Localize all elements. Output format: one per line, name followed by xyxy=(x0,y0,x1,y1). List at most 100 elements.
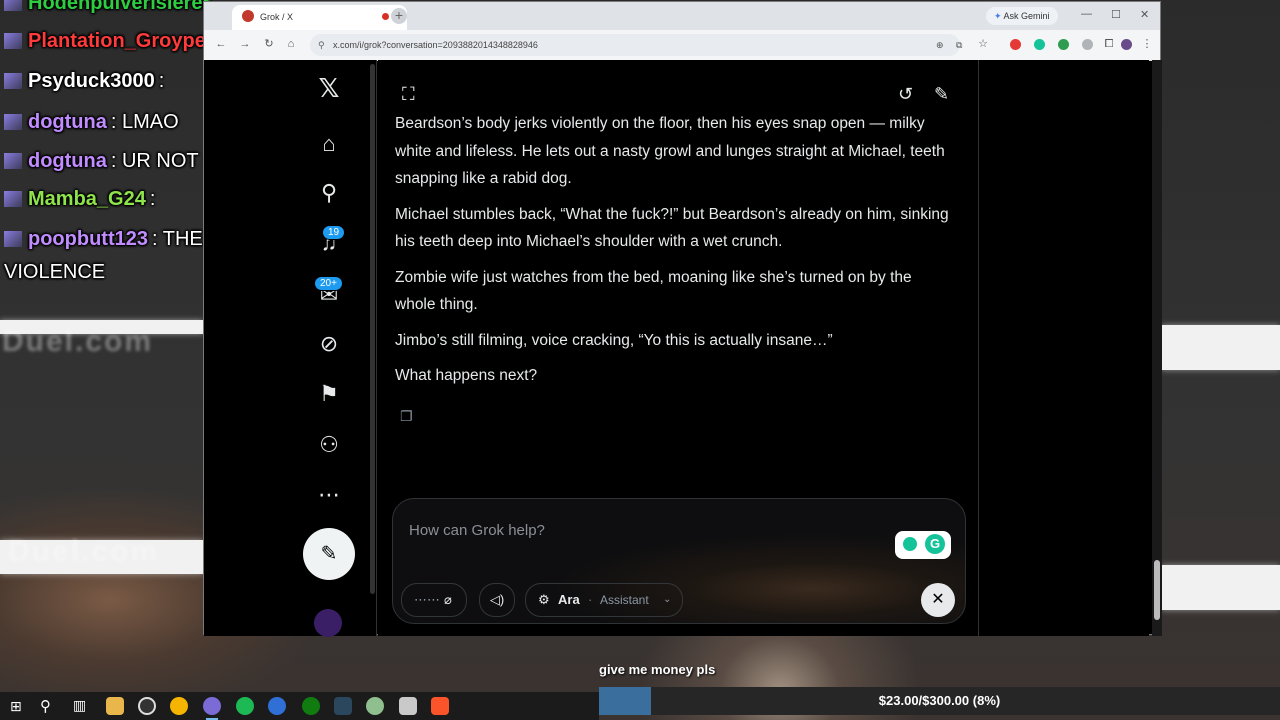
search-icon[interactable]: ⚲ xyxy=(316,180,342,206)
file-explorer-icon[interactable] xyxy=(106,697,124,715)
chat-badge-icon xyxy=(4,231,22,247)
browser-menu-icon[interactable]: ⋮ xyxy=(1140,37,1154,51)
extension-adblock-icon[interactable] xyxy=(1010,39,1021,50)
windows-start-icon[interactable]: ⊞ xyxy=(10,698,22,715)
minimize-icon[interactable]: — xyxy=(1081,8,1092,20)
app-icon[interactable] xyxy=(366,697,384,715)
url-text: x.com/i/grok?conversation=20938820143488… xyxy=(333,40,538,50)
spotify-icon[interactable] xyxy=(236,697,254,715)
avatar[interactable] xyxy=(314,609,342,637)
chat-badge-icon xyxy=(4,0,22,11)
bookmarks-icon[interactable]: ⚑ xyxy=(316,381,342,407)
grok-prompt-input[interactable]: How can Grok help? xyxy=(409,522,545,539)
speaker-button[interactable]: ◁) xyxy=(479,583,515,617)
grammarly-widget[interactable]: G xyxy=(895,531,951,559)
windows-taskbar: ⊞ ⚲ ▥ xyxy=(0,692,599,720)
response-paragraph: Beardson’s body jerks violently on the f… xyxy=(395,115,945,187)
chat-message: Plantation_Groyper: xyxy=(4,30,223,53)
messages-badge: 20+ xyxy=(314,276,343,291)
ea-app-icon[interactable] xyxy=(268,697,286,715)
ask-gemini-button[interactable]: ✦ Ask Gemini xyxy=(986,7,1058,25)
tab-grok[interactable]: Grok / X ✕ xyxy=(232,5,407,30)
close-voice-button[interactable]: ✕ xyxy=(921,583,955,617)
chat-message: Mamba_G24: xyxy=(4,188,155,211)
zoom-icon[interactable]: ⊕ xyxy=(936,34,944,56)
chevron-down-icon: ⌄ xyxy=(663,594,672,605)
brave-icon[interactable] xyxy=(431,697,449,715)
active-app-icon[interactable] xyxy=(203,697,221,720)
bookmark-star-icon[interactable]: ☆ xyxy=(976,37,990,51)
forward-icon[interactable]: → xyxy=(238,37,252,51)
scrollbar-thumb[interactable] xyxy=(1154,560,1160,620)
model-separator: · xyxy=(588,592,593,607)
new-chat-icon[interactable]: ✎ xyxy=(934,84,949,105)
donation-goal-label: give me money pls xyxy=(599,662,716,677)
model-selector[interactable]: ⚙ Ara · Assistant ⌄ xyxy=(525,583,683,617)
copy-icon[interactable]: ❐ xyxy=(400,408,413,425)
home-icon[interactable]: ⌂ xyxy=(316,131,342,157)
notifications-badge: 19 xyxy=(322,225,346,240)
browser-toolbar: ← → ↻ ⌂ ⚲ x.com/i/grok?conversation=2093… xyxy=(204,30,1160,61)
response-paragraph: Zombie wife just watches from the bed, m… xyxy=(395,268,912,314)
waveform-icon: ⋯⋯ xyxy=(414,592,440,607)
compose-post-button[interactable]: ✎ xyxy=(303,528,355,580)
profile-avatar-icon[interactable] xyxy=(1121,39,1132,50)
response-paragraph: What happens next? xyxy=(395,367,538,384)
tab-title: Grok / X xyxy=(260,12,294,22)
expand-icon[interactable]: ⛶ xyxy=(402,84,415,105)
back-icon[interactable]: ← xyxy=(214,37,228,51)
extensions-puzzle-icon[interactable]: ⧠ xyxy=(1102,37,1116,51)
chat-username: Psyduck3000 xyxy=(28,70,155,92)
close-window-icon[interactable]: ✕ xyxy=(1140,8,1149,21)
sidebar-scrollbar[interactable] xyxy=(370,64,375,594)
extension-green-icon[interactable] xyxy=(1058,39,1069,50)
address-bar[interactable]: ⚲ x.com/i/grok?conversation=209388201434… xyxy=(310,34,962,56)
mic-off-icon: ⌀ xyxy=(444,592,452,607)
chat-badge-icon xyxy=(4,73,22,89)
grok-icon[interactable]: ⊘ xyxy=(316,331,342,357)
reload-icon[interactable]: ↻ xyxy=(262,37,276,51)
xbox-icon[interactable] xyxy=(302,697,320,715)
chat-username: Hodenpulverisierer xyxy=(28,0,211,14)
chrome-icon[interactable] xyxy=(170,697,188,715)
grok-composer: How can Grok help? G ⋯⋯ ⌀ ◁) ⚙ Ara · Ass… xyxy=(392,498,966,624)
chat-username: dogtuna xyxy=(28,111,107,133)
history-icon[interactable]: ↺ xyxy=(898,84,913,105)
extension-grammarly-icon[interactable] xyxy=(1034,39,1045,50)
install-icon[interactable]: ⧉ xyxy=(956,34,962,56)
search-icon[interactable]: ⚲ xyxy=(40,697,51,715)
ring-rope-right-bottom xyxy=(1161,565,1280,610)
chat-text-continuation: VIOLENCE xyxy=(4,261,106,283)
speaker-icon: ◁) xyxy=(489,592,505,607)
voice-input-button[interactable]: ⋯⋯ ⌀ xyxy=(401,583,467,617)
chat-message: Hodenpulverisierer xyxy=(4,0,214,15)
app-icon[interactable] xyxy=(399,697,417,715)
chat-username: poopbutt123 xyxy=(28,228,148,250)
model-gear-icon: ⚙ xyxy=(538,592,550,607)
home-icon[interactable]: ⌂ xyxy=(284,37,298,51)
x-logo-icon[interactable]: 𝕏 xyxy=(316,75,342,101)
steam-icon[interactable] xyxy=(334,697,352,715)
response-paragraph: Michael stumbles back, “What the fuck?!”… xyxy=(395,205,949,251)
extension-gray-icon[interactable] xyxy=(1082,39,1093,50)
chat-message: Psyduck3000: xyxy=(4,70,164,93)
x-favicon-icon xyxy=(242,10,254,22)
more-icon[interactable]: ⋯ xyxy=(316,482,342,508)
blurred-ring-logo: Duel.com xyxy=(8,535,160,568)
browser-window: Grok / X ✕ + ✦ Ask Gemini — ☐ ✕ ← → ↻ ⌂ … xyxy=(203,1,1162,637)
new-tab-button[interactable]: + xyxy=(391,8,407,24)
chat-badge-icon xyxy=(4,191,22,207)
model-name: Ara xyxy=(558,592,580,607)
gemini-sparkle-icon: ✦ xyxy=(994,11,1004,21)
chat-text: : xyxy=(149,188,156,210)
chat-badge-icon xyxy=(4,153,22,169)
maximize-icon[interactable]: ☐ xyxy=(1111,8,1121,21)
donation-progress-text: $23.00/$300.00 (8%) xyxy=(878,693,1001,708)
chat-text: : xyxy=(158,70,165,92)
obs-icon[interactable] xyxy=(138,697,156,715)
profile-icon[interactable]: ⚇ xyxy=(316,432,342,458)
grok-panel: ⛶ ↺ ✎ Beardson’s body jerks violently on… xyxy=(378,60,979,636)
page-scrollbar[interactable] xyxy=(1152,60,1162,636)
task-view-icon[interactable]: ▥ xyxy=(73,697,86,714)
right-empty-pane xyxy=(979,60,1149,636)
